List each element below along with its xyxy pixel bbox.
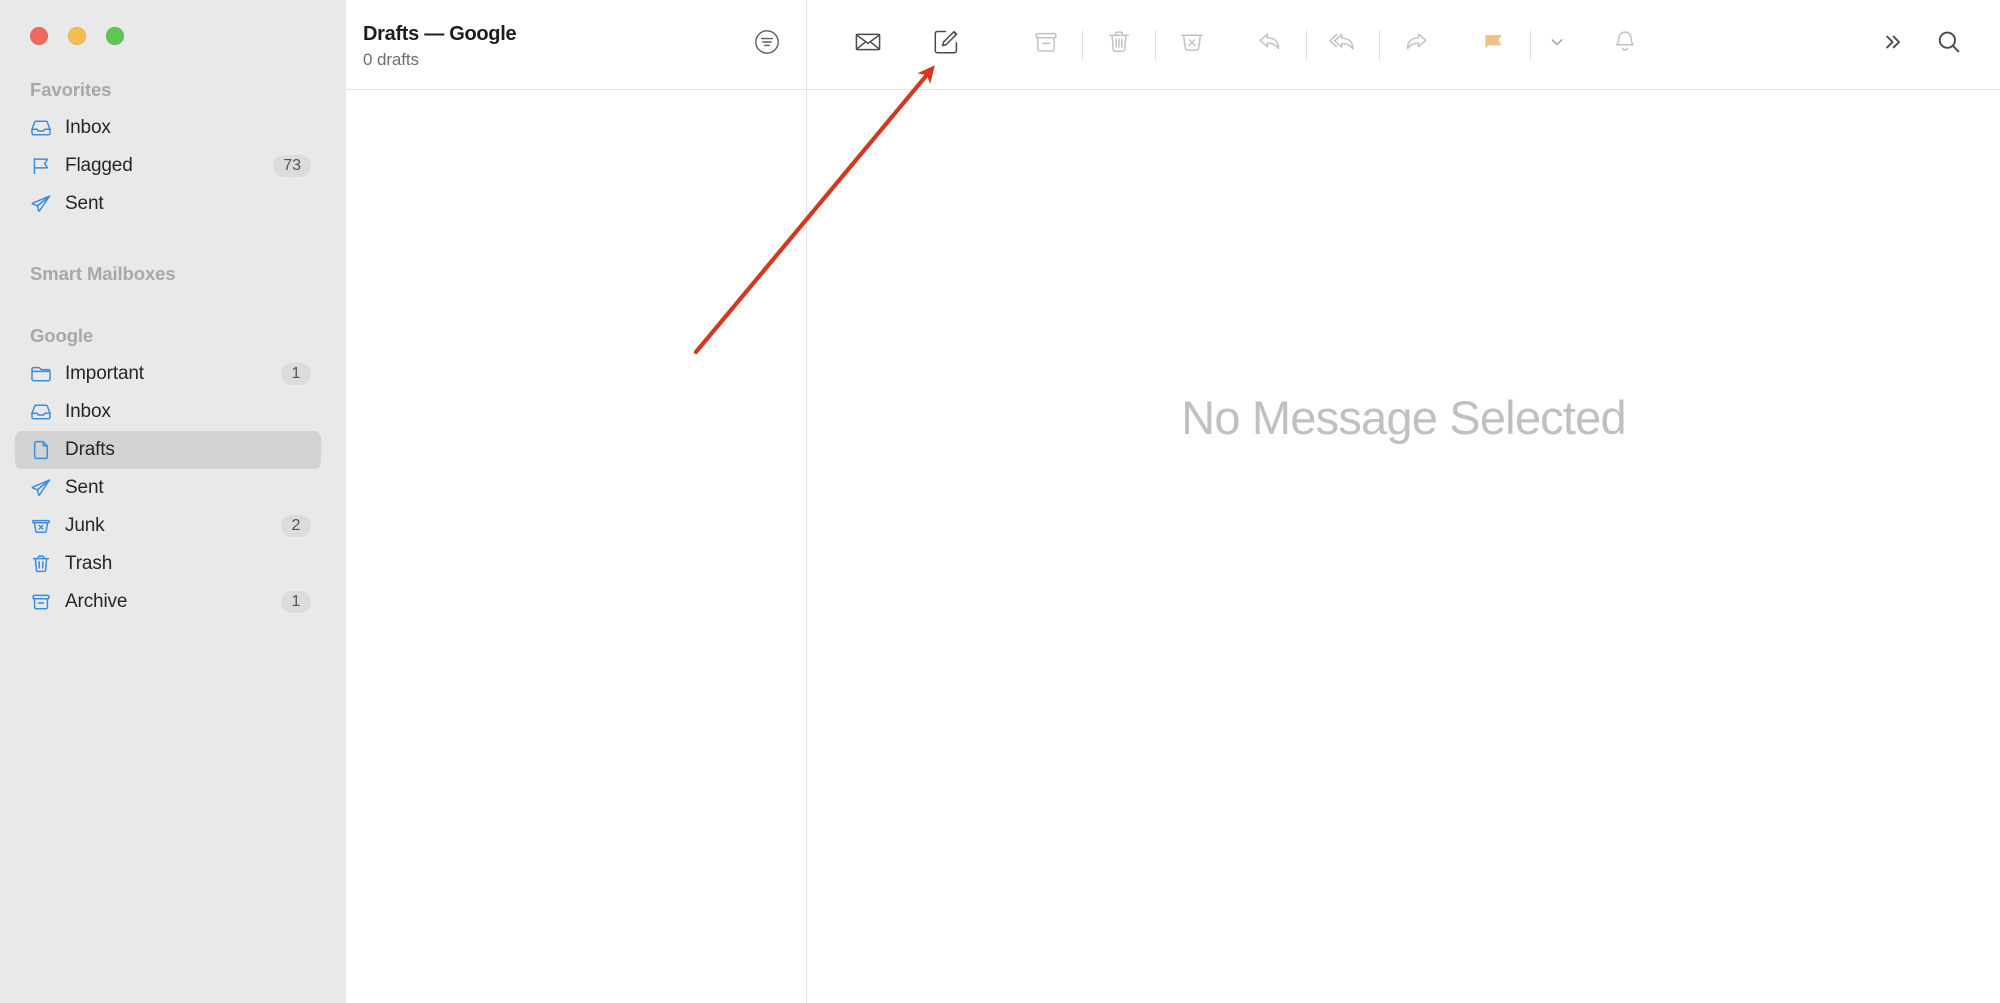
archive-icon — [29, 590, 53, 614]
sidebar-item-archive[interactable]: Archive 1 — [15, 583, 321, 621]
flag-menu-button[interactable] — [1540, 21, 1574, 69]
toolbar-separator — [1082, 29, 1083, 60]
flag-icon — [29, 154, 53, 178]
trash-icon — [1104, 27, 1134, 62]
close-button[interactable] — [30, 27, 48, 45]
sidebar-item-label: Drafts — [65, 439, 115, 460]
delete-button[interactable] — [1092, 21, 1146, 69]
main-area: Drafts — Google 0 drafts No Message Sele… — [346, 0, 2000, 1003]
reply-all-button[interactable] — [1316, 21, 1370, 69]
toolbar-separator — [1530, 29, 1531, 60]
sidebar-item-inbox-favorite[interactable]: Inbox — [15, 109, 321, 147]
message-list-pane[interactable] — [346, 90, 807, 1003]
trash-icon — [29, 552, 53, 576]
forward-button[interactable] — [1389, 21, 1443, 69]
sidebar-item-label: Flagged — [65, 155, 133, 176]
reply-arrow-icon — [1255, 27, 1285, 62]
archive-box-icon — [1031, 27, 1061, 62]
window-controls — [0, 0, 346, 45]
sidebar-item-drafts[interactable]: Drafts — [15, 431, 321, 469]
sidebar-item-label: Junk — [65, 515, 105, 536]
junk-icon — [29, 514, 53, 538]
sidebar-item-badge: 1 — [281, 363, 311, 385]
compose-icon — [931, 27, 961, 62]
sidebar-item-label: Important — [65, 363, 144, 384]
sidebar-section-favorites: Inbox Flagged 73 Sent — [0, 109, 346, 223]
sidebar: Favorites Inbox Flagged 73 Sent Smart Ma… — [0, 0, 346, 1003]
minimize-button[interactable] — [68, 27, 86, 45]
send-icon — [29, 192, 53, 216]
search-icon — [1934, 27, 1964, 62]
inbox-icon — [29, 116, 53, 140]
sidebar-item-flagged[interactable]: Flagged 73 — [15, 147, 321, 185]
flag-icon — [1479, 27, 1509, 62]
send-icon — [29, 476, 53, 500]
mailbox-titles: Drafts — Google 0 drafts — [363, 19, 750, 71]
mute-button[interactable] — [1598, 21, 1652, 69]
junk-button[interactable] — [1165, 21, 1219, 69]
empty-state-text: No Message Selected — [1181, 391, 1626, 444]
sidebar-section-smart-mailboxes-header: Smart Mailboxes — [30, 263, 176, 284]
forward-arrow-icon — [1401, 27, 1431, 62]
sidebar-item-junk[interactable]: Junk 2 — [15, 507, 321, 545]
sidebar-item-badge: 2 — [281, 515, 311, 537]
chevron-double-right-icon — [1879, 29, 1905, 60]
toolbar: Drafts — Google 0 drafts — [346, 0, 2000, 90]
flag-button[interactable] — [1467, 21, 1521, 69]
sidebar-item-label: Trash — [65, 553, 113, 574]
sidebar-item-trash[interactable]: Trash — [15, 545, 321, 583]
toolbar-separator — [1155, 29, 1156, 60]
content-area: No Message Selected — [346, 90, 2000, 1003]
sidebar-item-label: Sent — [65, 477, 104, 498]
message-detail-pane: No Message Selected — [807, 90, 2000, 1003]
more-button[interactable] — [1872, 21, 1912, 69]
bell-icon — [1610, 27, 1640, 62]
sidebar-item-label: Sent — [65, 193, 104, 214]
chevron-down-icon — [1547, 32, 1567, 57]
reply-all-icon — [1328, 27, 1358, 62]
mailbox-count: 0 drafts — [363, 49, 419, 69]
toolbar-separator — [1306, 29, 1307, 60]
sidebar-item-label: Archive — [65, 591, 128, 612]
sidebar-item-label: Inbox — [65, 401, 111, 422]
page-title: Drafts — Google — [363, 22, 517, 45]
sidebar-section-favorites-header: Favorites — [30, 79, 112, 100]
sidebar-item-important[interactable]: Important 1 — [15, 355, 321, 393]
message-list-header: Drafts — Google 0 drafts — [346, 0, 807, 89]
mail-window: Favorites Inbox Flagged 73 Sent Smart Ma… — [0, 0, 2000, 1003]
sidebar-item-sent-favorite[interactable]: Sent — [15, 185, 321, 223]
sidebar-item-badge: 73 — [273, 155, 311, 177]
search-button[interactable] — [1922, 21, 1976, 69]
filter-button[interactable] — [750, 28, 784, 62]
document-icon — [29, 438, 53, 462]
envelope-icon — [853, 27, 883, 62]
reply-button[interactable] — [1243, 21, 1297, 69]
sidebar-item-label: Inbox — [65, 117, 111, 138]
sidebar-item-inbox-google[interactable]: Inbox — [15, 393, 321, 431]
compose-button[interactable] — [919, 21, 973, 69]
toolbar-separator — [1379, 29, 1380, 60]
sidebar-section-google: Important 1 Inbox Drafts Sent Junk 2 Tra… — [0, 355, 346, 621]
zoom-button[interactable] — [106, 27, 124, 45]
folder-icon — [29, 362, 53, 386]
filter-icon — [752, 27, 782, 62]
sidebar-item-sent-google[interactable]: Sent — [15, 469, 321, 507]
inbox-icon — [29, 400, 53, 424]
sidebar-section-google-header: Google — [30, 325, 94, 346]
junk-box-icon — [1177, 27, 1207, 62]
sidebar-item-badge: 1 — [281, 591, 311, 613]
toolbar-actions — [807, 0, 2000, 89]
get-mail-button[interactable] — [841, 21, 895, 69]
archive-button[interactable] — [1019, 21, 1073, 69]
